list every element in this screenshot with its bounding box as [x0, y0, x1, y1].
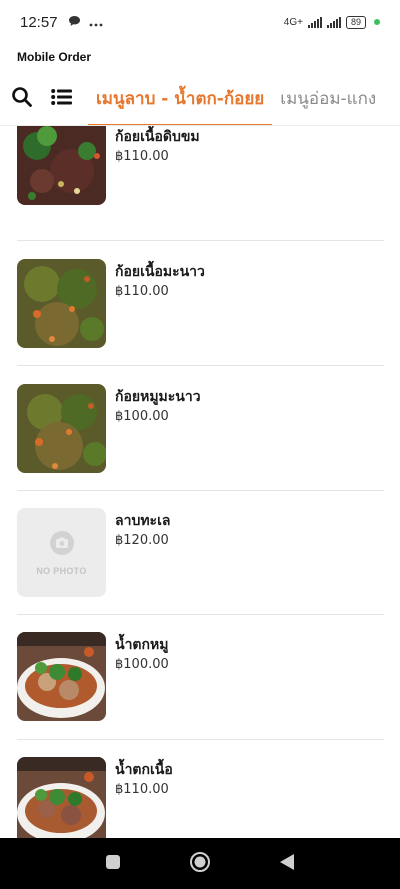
- nav-back-icon: [279, 853, 295, 875]
- nav-recent-icon: [105, 854, 121, 874]
- list-menu-icon: [51, 88, 73, 110]
- app-title: Mobile Order: [17, 50, 92, 64]
- item-name: ลาบทะเล: [115, 513, 171, 529]
- food-photo: [17, 632, 106, 721]
- signal-icon: [307, 16, 322, 28]
- food-photo: [17, 259, 106, 348]
- item-price: ฿110.00: [115, 782, 169, 797]
- item-price: ฿100.00: [115, 409, 169, 424]
- food-photo: [17, 757, 106, 838]
- status-time: 12:57: [20, 13, 58, 31]
- item-price: ฿100.00: [115, 657, 169, 672]
- signal-icon: [326, 16, 341, 28]
- tab-om-kaeng[interactable]: เมนูอ่อม-แกง: [272, 72, 384, 125]
- menu-header: เมนูลาบ - น้ำตก-ก้อยย เมนูอ่อม-แกง: [0, 72, 400, 126]
- divider: [17, 240, 384, 241]
- food-photo: [17, 126, 106, 205]
- item-name: ก้อยหมูมะนาว: [115, 389, 201, 405]
- item-name: น้ำตกหมู: [115, 637, 169, 653]
- menu-item[interactable]: น้ำตกหมู ฿100.00: [17, 632, 384, 756]
- search-icon: [11, 86, 33, 112]
- battery-icon: 89: [345, 15, 366, 29]
- message-icon: [68, 15, 81, 30]
- tab-larb-namtok-koi[interactable]: เมนูลาบ - น้ำตก-ก้อยย: [88, 72, 273, 125]
- app-title-bar: Mobile Order: [0, 44, 400, 70]
- network-type: 4G+: [283, 16, 303, 28]
- divider: [17, 614, 384, 615]
- nav-home-icon: [189, 851, 211, 877]
- item-price: ฿110.00: [115, 149, 169, 164]
- camera-icon: [49, 530, 75, 560]
- nav-recent-button[interactable]: [93, 844, 133, 884]
- category-tabs: เมนูลาบ - น้ำตก-ก้อยย เมนูอ่อม-แกง: [88, 72, 384, 125]
- item-price: ฿110.00: [115, 284, 169, 299]
- item-price: ฿120.00: [115, 533, 169, 548]
- no-photo-placeholder: NO PHOTO: [17, 508, 106, 597]
- item-name: ก้อยเนื้อดิบขม: [115, 129, 200, 145]
- privacy-indicator: [374, 19, 380, 25]
- menu-item[interactable]: น้ำตกเนื้อ ฿110.00: [17, 757, 384, 838]
- battery-level: 89: [350, 16, 361, 27]
- more-icon: [89, 15, 103, 30]
- menu-item[interactable]: ก้อยเนื้อดิบขม ฿110.00: [17, 126, 384, 240]
- nav-back-button[interactable]: [267, 844, 307, 884]
- no-photo-label: NO PHOTO: [36, 565, 87, 576]
- search-button[interactable]: [2, 72, 42, 125]
- item-name: ก้อยเนื้อมะนาว: [115, 264, 205, 280]
- nav-home-button[interactable]: [180, 844, 220, 884]
- item-name: น้ำตกเนื้อ: [115, 762, 173, 778]
- divider: [17, 739, 384, 740]
- divider: [17, 365, 384, 366]
- status-bar: 12:57 4G+ 89: [0, 0, 400, 44]
- category-list-button[interactable]: [42, 72, 82, 125]
- menu-list[interactable]: ก้อยเนื้อดิบขม ฿110.00 ก้อยเนื้อมะนาว ฿1…: [0, 126, 400, 838]
- food-photo: [17, 384, 106, 473]
- divider: [17, 490, 384, 491]
- system-nav-bar: [0, 838, 400, 889]
